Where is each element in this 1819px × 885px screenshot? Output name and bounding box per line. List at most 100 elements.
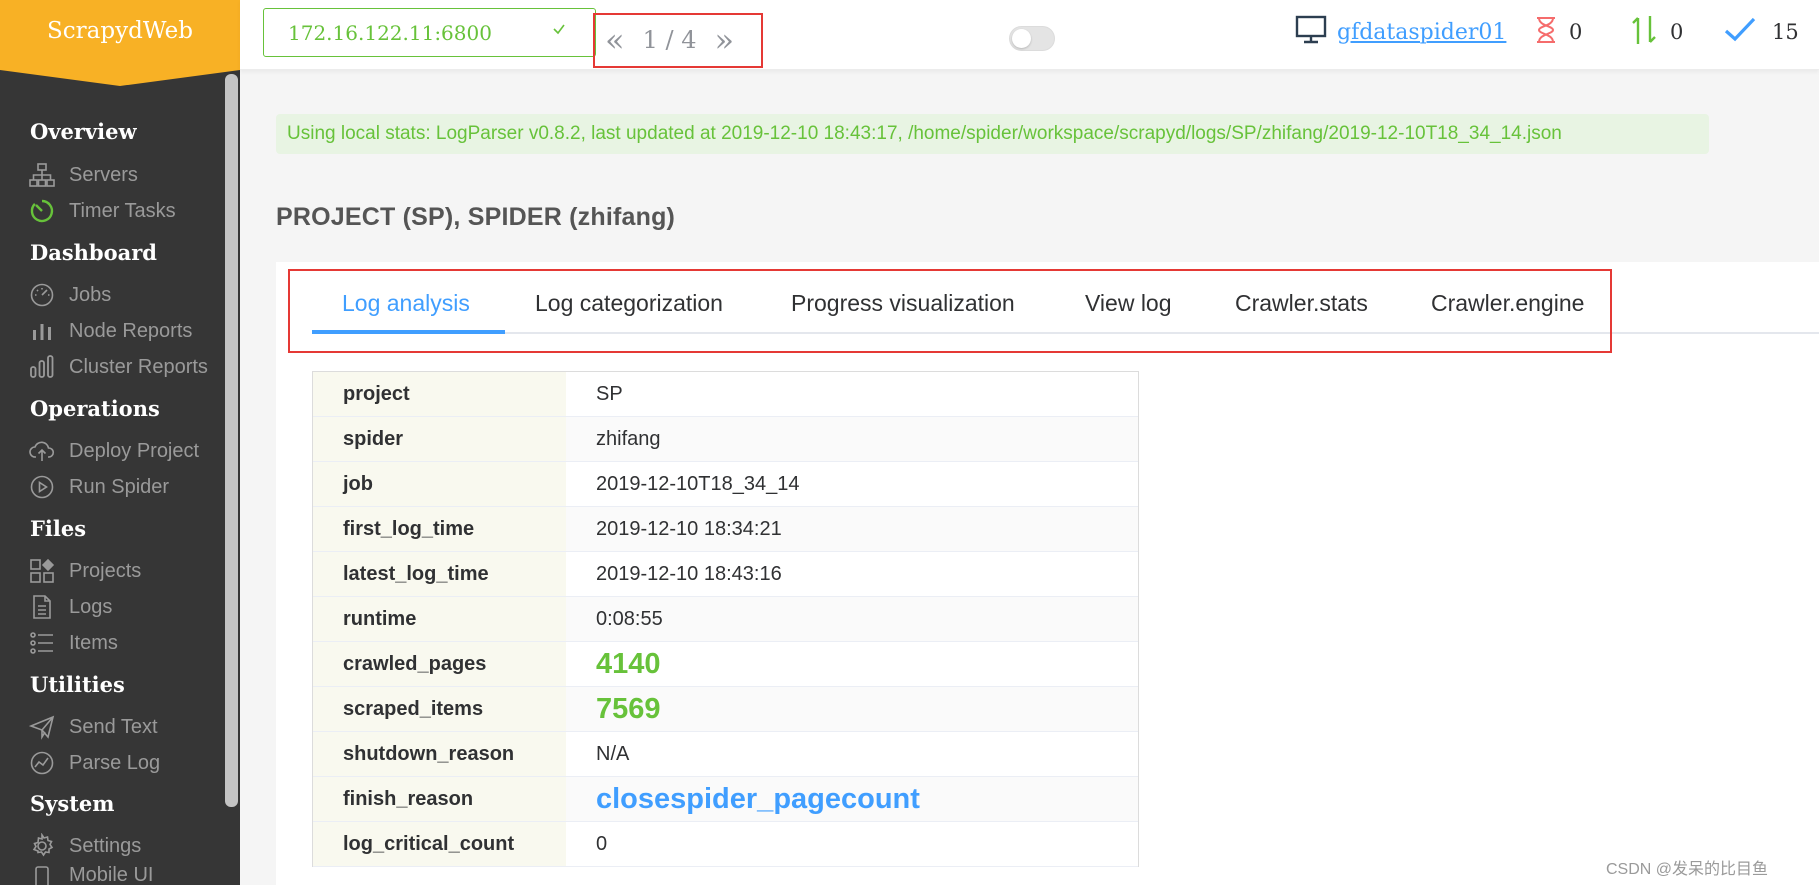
row-key: latest_log_time	[313, 552, 566, 596]
sidebar-item-label: Cluster Reports	[69, 355, 208, 378]
row-key: scraped_items	[313, 687, 566, 731]
sidebar-item-label: Run Spider	[69, 475, 170, 498]
sidebar-item-label: Deploy Project	[69, 439, 200, 462]
sidebar-item-label: Servers	[69, 163, 138, 186]
table-row: finish_reason closespider_pagecount	[313, 777, 1138, 822]
sort-arrows-icon	[1630, 14, 1658, 51]
finished-status[interactable]: 15	[1724, 14, 1799, 50]
sidebar-item-label: Parse Log	[69, 751, 161, 774]
sidebar-section-utilities: Utilities	[30, 672, 125, 697]
sidebar-item-deploy-project[interactable]: Deploy Project	[28, 437, 199, 465]
sidebar-item-send-text[interactable]: Send Text	[28, 713, 158, 741]
sidebar-item-servers[interactable]: Servers	[28, 161, 138, 189]
pending-count: 0	[1569, 20, 1583, 44]
play-circle-icon	[28, 473, 56, 501]
document-icon	[28, 593, 56, 621]
sidebar-item-settings[interactable]: Settings	[28, 832, 141, 860]
table-row: crawled_pages 4140	[313, 642, 1138, 687]
sidebar-item-label: Projects	[69, 559, 142, 582]
finish-reason-value: closespider_pagecount	[566, 777, 1138, 821]
row-key: crawled_pages	[313, 642, 566, 686]
row-value: 2019-12-10 18:43:16	[566, 552, 1138, 596]
list-icon	[28, 629, 56, 657]
cloud-upload-icon	[28, 437, 56, 465]
sitemap-icon	[28, 161, 56, 189]
sidebar-item-run-spider[interactable]: Run Spider	[28, 473, 169, 501]
gear-icon	[28, 832, 56, 860]
sidebar-item-parse-log[interactable]: Parse Log	[28, 749, 160, 777]
row-value: 2019-12-10T18_34_14	[566, 462, 1138, 506]
chevron-down-icon	[551, 23, 567, 41]
table-row: scraped_items 7569	[313, 687, 1138, 732]
sidebar-item-label: Logs	[69, 595, 113, 618]
bars-icon	[28, 353, 56, 381]
row-value: 0:08:55	[566, 597, 1138, 641]
row-value: 2019-12-10 18:34:21	[566, 507, 1138, 551]
sidebar-item-label: Node Reports	[69, 319, 193, 342]
node-info: gfdataspider01	[1295, 14, 1506, 50]
sidebar: ScrapydWeb Overview Servers Timer Tasks …	[0, 0, 240, 885]
table-row: log_critical_count 0	[313, 822, 1138, 867]
sidebar-item-label: Settings	[69, 834, 142, 857]
sidebar-item-label: Jobs	[69, 283, 112, 306]
sidebar-scrollbar[interactable]	[225, 74, 238, 807]
row-key: shutdown_reason	[313, 732, 566, 776]
grid-icon	[28, 557, 56, 585]
logo-text: ScrapydWeb	[47, 18, 193, 44]
logo[interactable]: ScrapydWeb	[0, 0, 240, 88]
table-row: job 2019-12-10T18_34_14	[313, 462, 1138, 507]
page-indicator: 1 / 4	[643, 26, 697, 54]
bar-chart-icon	[28, 317, 56, 345]
table-row: project SP	[313, 372, 1138, 417]
server-select[interactable]: 172.16.122.11:6800	[263, 8, 596, 57]
logo-background	[0, 0, 240, 86]
sidebar-item-timer-tasks[interactable]: Timer Tasks	[28, 197, 176, 225]
running-count: 0	[1670, 20, 1684, 44]
sidebar-item-node-reports[interactable]: Node Reports	[28, 317, 192, 345]
dashboard-gauge-icon	[28, 281, 56, 309]
sidebar-section-dashboard: Dashboard	[30, 240, 157, 265]
tabs-highlight-box	[288, 269, 1612, 353]
sidebar-item-logs[interactable]: Logs	[28, 593, 112, 621]
toggle-knob	[1012, 29, 1031, 48]
page-total: 4	[681, 26, 697, 54]
node-pager: « 1 / 4 »	[605, 20, 734, 60]
check-icon	[1724, 17, 1756, 48]
scraped-items-value: 7569	[566, 687, 1138, 731]
paper-plane-icon	[28, 713, 56, 741]
running-status[interactable]: 0	[1630, 14, 1683, 50]
auto-refresh-toggle[interactable]	[1009, 26, 1055, 51]
sidebar-item-mobile-ui[interactable]: Mobile UI	[28, 864, 153, 885]
page-separator: /	[665, 26, 674, 54]
table-row: first_log_time 2019-12-10 18:34:21	[313, 507, 1138, 552]
sidebar-item-label: Timer Tasks	[69, 199, 176, 222]
row-key: project	[313, 372, 566, 416]
prev-node-button[interactable]: «	[605, 21, 625, 59]
row-key: runtime	[313, 597, 566, 641]
sidebar-section-overview: Overview	[30, 119, 137, 144]
row-value: N/A	[566, 732, 1138, 776]
log-analysis-table: project SP spider zhifang job 2019-12-10…	[312, 371, 1139, 867]
table-row: shutdown_reason N/A	[313, 732, 1138, 777]
row-key: log_critical_count	[313, 822, 566, 866]
sidebar-section-operations: Operations	[30, 396, 160, 421]
timer-icon	[28, 197, 56, 225]
sidebar-item-projects[interactable]: Projects	[28, 557, 141, 585]
sidebar-item-cluster-reports[interactable]: Cluster Reports	[28, 353, 208, 381]
sidebar-section-files: Files	[30, 516, 87, 541]
node-name-link[interactable]: gfdataspider01	[1337, 20, 1506, 45]
row-value: zhifang	[566, 417, 1138, 461]
finished-count: 15	[1772, 20, 1799, 44]
sidebar-item-items[interactable]: Items	[28, 629, 118, 657]
local-stats-notice: Using local stats: LogParser v0.8.2, las…	[276, 114, 1709, 154]
monitor-icon	[1295, 15, 1327, 50]
row-key: job	[313, 462, 566, 506]
page-current: 1	[642, 26, 658, 54]
row-key: first_log_time	[313, 507, 566, 551]
page-title: PROJECT (SP), SPIDER (zhifang)	[276, 203, 676, 231]
row-value: 0	[566, 822, 1138, 866]
row-key: finish_reason	[313, 777, 566, 821]
next-node-button[interactable]: »	[715, 21, 735, 59]
sidebar-item-jobs[interactable]: Jobs	[28, 281, 111, 309]
pending-status[interactable]: 0	[1535, 14, 1582, 50]
